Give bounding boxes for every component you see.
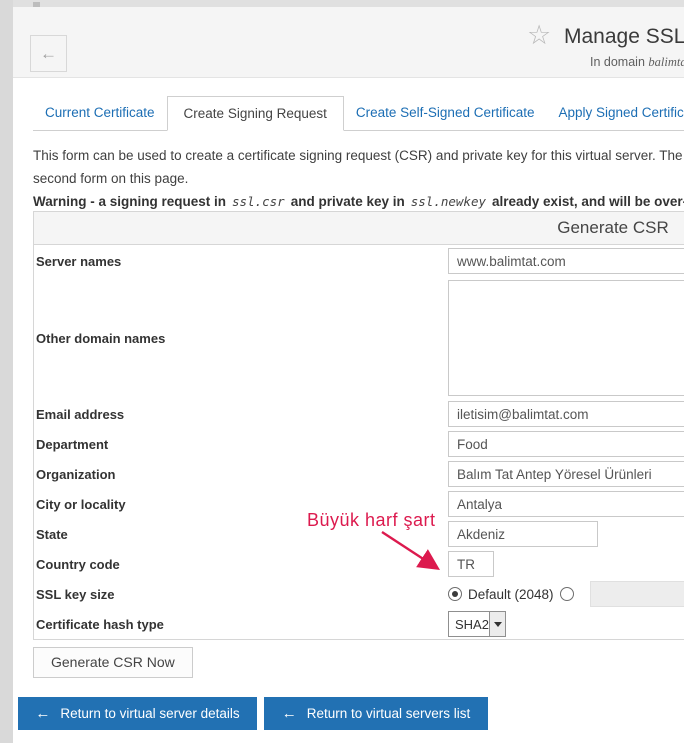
return-to-virtual-server-details-button[interactable]: ← Return to virtual server details: [18, 697, 257, 730]
row-country-code: Country code: [34, 549, 684, 579]
key-size-default-label: Default (2048): [468, 587, 554, 602]
key-size-custom-input[interactable]: [590, 581, 684, 607]
country-code-input[interactable]: [448, 551, 494, 577]
row-ssl-key-size: SSL key size Default (2048): [34, 579, 684, 609]
intro-line-1: This form can be used to create a certif…: [33, 144, 684, 167]
intro-text: This form can be used to create a certif…: [33, 144, 684, 210]
select-dropdown-arrow-icon[interactable]: [489, 612, 505, 636]
row-server-names: Server names: [34, 245, 684, 277]
sidebar-edge-strip: [0, 0, 13, 743]
hash-type-select[interactable]: SHA2: [448, 611, 506, 637]
ssl-key-size-label: SSL key size: [34, 587, 448, 602]
generate-csr-panel: Generate CSR Server names Other domain n…: [33, 211, 684, 640]
panel-title: Generate CSR: [34, 212, 684, 245]
domain-name: balimtat.com: [648, 55, 684, 69]
row-other-domain-names: Other domain names: [34, 277, 684, 399]
row-department: Department: [34, 429, 684, 459]
warning-part-2: and private key in: [291, 194, 405, 209]
warning-file-newkey: ssl.newkey: [411, 194, 486, 209]
department-label: Department: [34, 437, 448, 452]
back-button[interactable]: ←: [30, 35, 67, 72]
warning-line: Warning - a signing request in ssl.csr and…: [33, 190, 684, 210]
page-subtitle: In domain balimtat.com: [590, 55, 684, 70]
page-title: Manage SSL Certificate: [564, 25, 684, 49]
server-names-label: Server names: [34, 254, 448, 269]
organization-label: Organization: [34, 467, 448, 482]
state-input[interactable]: [448, 521, 598, 547]
warning-part-3: already exist, and will be over-written …: [492, 194, 684, 209]
return-server-details-label: Return to virtual server details: [60, 706, 239, 721]
generate-csr-now-button[interactable]: Generate CSR Now: [33, 647, 193, 678]
tab-apply-signed-certificate[interactable]: Apply Signed Certificate: [546, 96, 684, 130]
left-arrow-icon: ←: [282, 705, 297, 722]
other-domain-names-textarea[interactable]: [448, 280, 684, 396]
intro-line-2: second form on this page.: [33, 167, 684, 190]
hash-type-selected-value: SHA2: [449, 617, 489, 632]
row-email-address: Email address: [34, 399, 684, 429]
department-input[interactable]: [448, 431, 684, 457]
server-names-input[interactable]: [448, 248, 684, 274]
email-address-label: Email address: [34, 407, 448, 422]
page-header: ← ☆ Manage SSL Certificate In domain bal…: [13, 7, 684, 78]
city-or-locality-input[interactable]: [448, 491, 684, 517]
other-domain-names-label: Other domain names: [34, 331, 448, 346]
left-arrow-icon: ←: [35, 705, 50, 722]
warning-part-1: Warning - a signing request in: [33, 194, 226, 209]
subtitle-prefix: In domain: [590, 55, 645, 69]
top-window-strip: [13, 0, 684, 7]
tab-create-signing-request[interactable]: Create Signing Request: [167, 96, 344, 131]
certificate-hash-type-label: Certificate hash type: [34, 617, 448, 632]
tab-create-self-signed-certificate[interactable]: Create Self-Signed Certificate: [344, 96, 547, 130]
return-servers-list-label: Return to virtual servers list: [307, 706, 471, 721]
favorite-star-icon[interactable]: ☆: [527, 20, 551, 51]
organization-input[interactable]: [448, 461, 684, 487]
row-certificate-hash-type: Certificate hash type SHA2: [34, 609, 684, 639]
tab-current-certificate[interactable]: Current Certificate: [33, 96, 167, 130]
warning-file-csr: ssl.csr: [232, 194, 285, 209]
email-address-input[interactable]: [448, 401, 684, 427]
annotation-arrow: [360, 524, 450, 579]
key-size-custom-radio[interactable]: [560, 587, 574, 601]
key-size-default-radio[interactable]: [448, 587, 462, 601]
row-organization: Organization: [34, 459, 684, 489]
tab-bar: Current Certificate Create Signing Reque…: [33, 96, 684, 131]
return-to-virtual-servers-list-button[interactable]: ← Return to virtual servers list: [264, 697, 488, 730]
